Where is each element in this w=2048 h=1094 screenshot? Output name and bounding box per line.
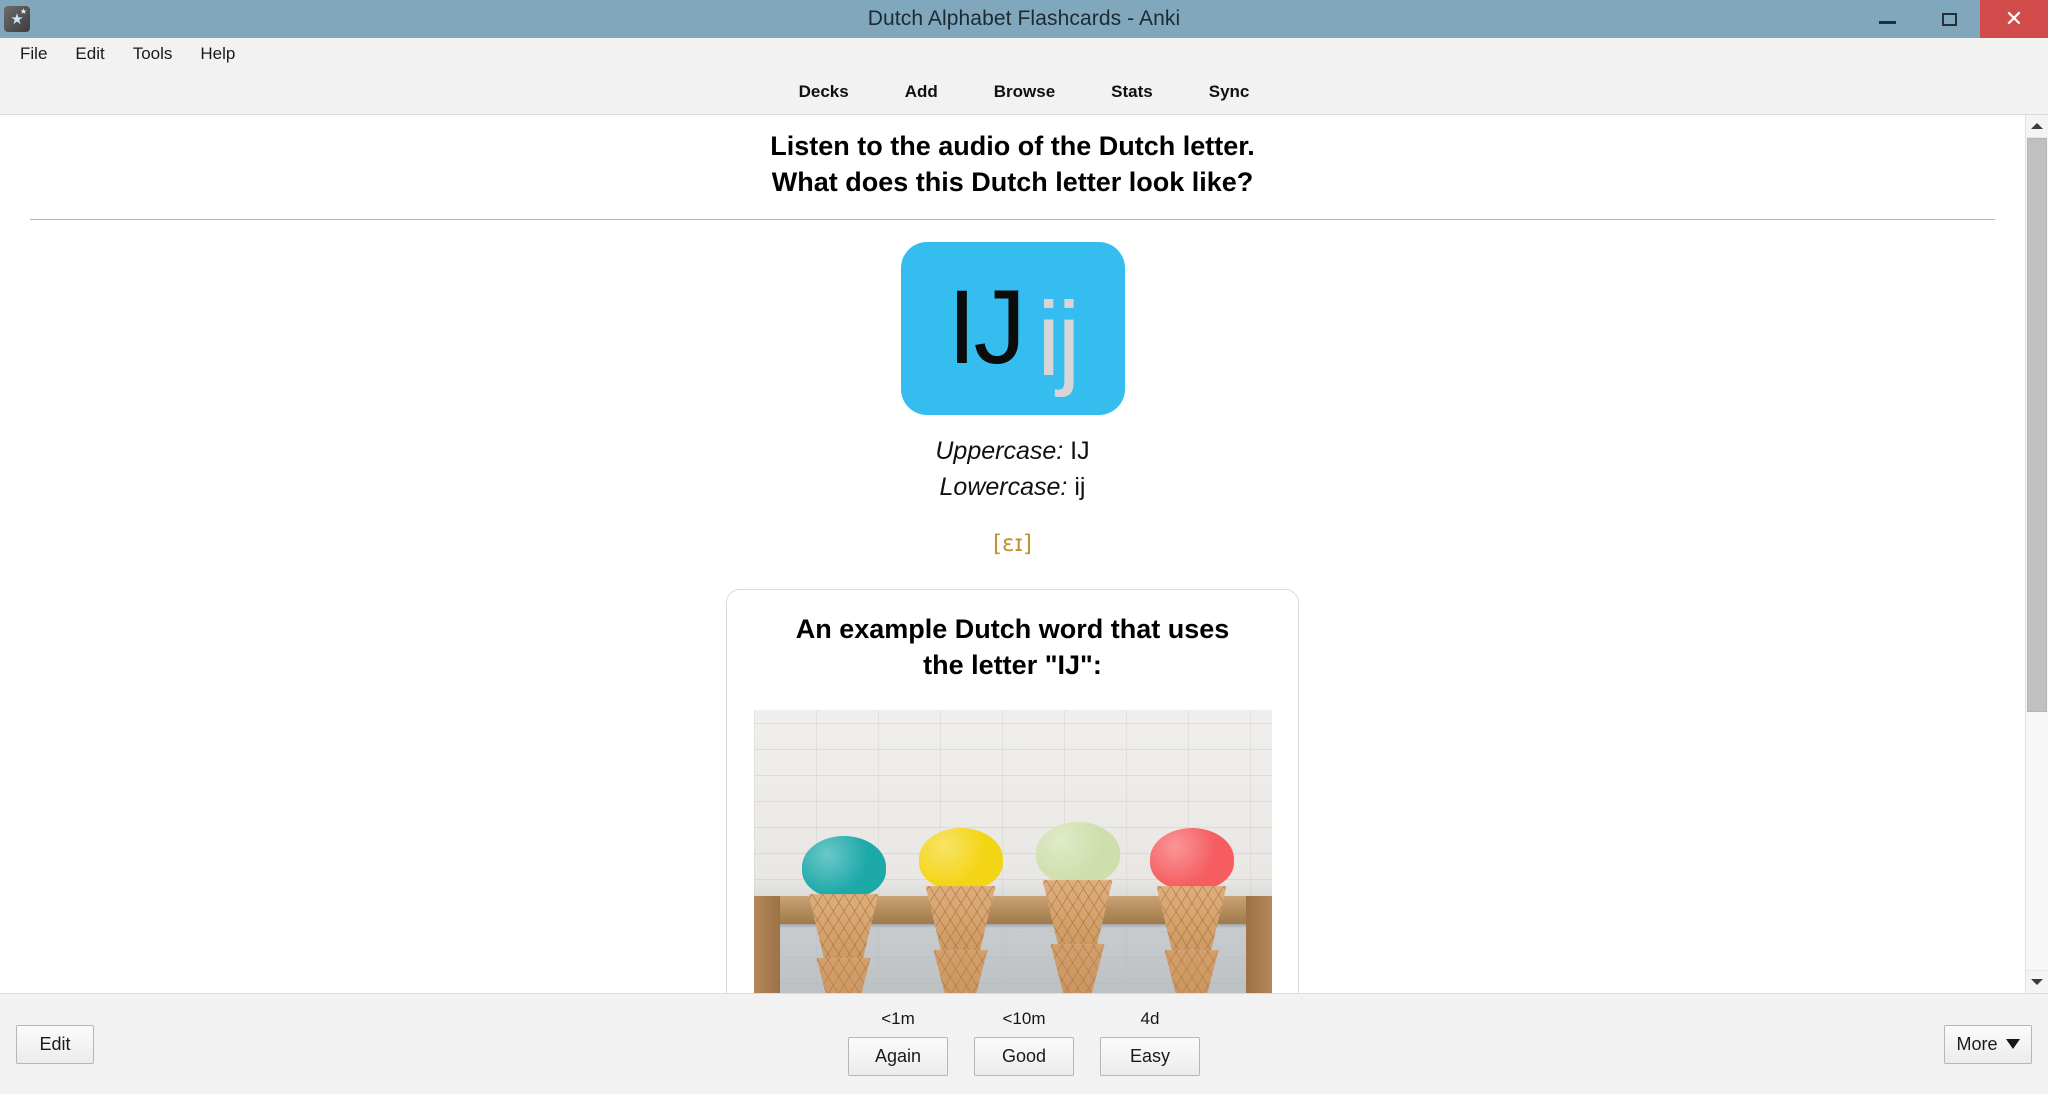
shelf-right-post: [1245, 896, 1272, 993]
chevron-down-icon: [2005, 1039, 2020, 1049]
interval-good: <10m: [1002, 1009, 1046, 1028]
lowercase-line: Lowercase: ij: [0, 469, 2025, 505]
answer-buttons-group: <1m Again <10m Good 4d Easy: [848, 1009, 1200, 1076]
question-line-1: Listen to the audio of the Dutch letter.: [770, 131, 1255, 161]
window-title: Dutch Alphabet Flashcards - Anki: [867, 7, 1181, 30]
minimize-button[interactable]: [1856, 0, 1918, 38]
uppercase-label: Uppercase:: [935, 436, 1064, 465]
cone-waffle-bottom-2: [933, 950, 988, 993]
cone-waffle-bottom-1: [816, 958, 871, 993]
window-controls: ✕: [1856, 0, 2048, 38]
shelf-left-post: [753, 896, 780, 993]
restore-icon: [1941, 12, 1957, 26]
answer-good-column: <10m Good: [974, 1009, 1074, 1076]
anki-star-small-glyph: ★: [19, 7, 27, 16]
toolbar-decks[interactable]: Decks: [793, 79, 855, 105]
menu-bar: File Edit Tools Help: [0, 38, 2048, 70]
maximize-button[interactable]: [1918, 0, 1980, 38]
toolbar-stats[interactable]: Stats: [1105, 79, 1159, 105]
letter-tile-container: IJ ij: [0, 241, 2025, 415]
uppercase-value: IJ: [1070, 436, 1090, 465]
cone-waffle-top-3: [1042, 880, 1113, 945]
ice-cream-cone-3: [1035, 822, 1120, 993]
chevron-down-icon: [2031, 979, 2043, 985]
scoop-pistachio: [1035, 822, 1120, 885]
letter-tile-image: IJ ij: [900, 241, 1125, 415]
letter-tile-uppercase: IJ: [947, 269, 1026, 387]
scroll-down-button[interactable]: [2026, 970, 2048, 993]
more-button[interactable]: More: [1944, 1024, 2032, 1064]
cone-waffle-top-1: [808, 894, 879, 959]
example-title-line-2: the letter "IJ":: [923, 650, 1102, 681]
main-toolbar: Decks Add Browse Stats Sync: [0, 70, 2048, 115]
cone-waffle-bottom-3: [1050, 944, 1105, 993]
menu-edit[interactable]: Edit: [63, 40, 116, 68]
example-title-line-1: An example Dutch word that uses: [795, 614, 1230, 645]
example-word-image: [753, 710, 1272, 993]
menu-file[interactable]: File: [8, 40, 59, 68]
title-bar: ★ ★ Dutch Alphabet Flashcards - Anki ✕: [0, 0, 2048, 38]
scoop-strawberry: [1149, 828, 1234, 891]
letter-tile-lowercase: ij: [1037, 281, 1081, 399]
ice-cream-cone-4: [1149, 828, 1234, 993]
bottom-bar: Edit <1m Again <10m Good 4d Easy More: [0, 993, 2048, 1094]
lowercase-value: ij: [1074, 473, 1086, 502]
lowercase-label: Lowercase:: [939, 473, 1068, 502]
answer-again-column: <1m Again: [848, 1009, 948, 1076]
interval-easy: 4d: [1140, 1009, 1160, 1028]
example-word-card: An example Dutch word that uses the lett…: [726, 589, 1299, 993]
interval-again: <1m: [881, 1009, 915, 1028]
scrollbar-track[interactable]: [2026, 138, 2048, 970]
close-icon: ✕: [2004, 6, 2024, 31]
question-line-2: What does this Dutch letter look like?: [771, 166, 1254, 197]
cone-waffle-bottom-4: [1164, 950, 1219, 993]
easy-button[interactable]: Easy: [1100, 1037, 1200, 1076]
answer-easy-column: 4d Easy: [1100, 1009, 1200, 1076]
case-info: Uppercase: IJ Lowercase: ij: [0, 433, 2025, 506]
scoop-yellow: [918, 828, 1003, 891]
content-area: Listen to the audio of the Dutch letter.…: [0, 115, 2048, 993]
edit-button[interactable]: Edit: [16, 1024, 94, 1064]
scroll-up-button[interactable]: [2026, 115, 2048, 138]
again-button[interactable]: Again: [848, 1037, 948, 1076]
menu-tools[interactable]: Tools: [121, 40, 185, 68]
cone-waffle-top-4: [1156, 886, 1227, 951]
toolbar-sync[interactable]: Sync: [1203, 79, 1256, 105]
menu-help[interactable]: Help: [188, 40, 247, 68]
minimize-icon: [1878, 20, 1896, 24]
toolbar-browse[interactable]: Browse: [988, 79, 1061, 105]
ice-cream-cone-1: [801, 836, 886, 993]
ice-cream-cone-2: [918, 828, 1003, 993]
vertical-scrollbar[interactable]: [2025, 115, 2048, 993]
cone-waffle-top-2: [925, 886, 996, 951]
chevron-up-icon: [2031, 123, 2043, 129]
more-button-label: More: [1956, 1033, 1998, 1054]
toolbar-add[interactable]: Add: [899, 79, 944, 105]
ipa-pronunciation: [ɛɪ]: [993, 531, 1032, 558]
close-button[interactable]: ✕: [1980, 0, 2048, 38]
uppercase-line: Uppercase: IJ: [0, 433, 2025, 469]
anki-star-icon: ★ ★: [4, 6, 30, 32]
scrollbar-thumb[interactable]: [2027, 138, 2047, 713]
scoop-teal: [801, 836, 886, 899]
flashcard-viewport: Listen to the audio of the Dutch letter.…: [0, 115, 2025, 993]
good-button[interactable]: Good: [974, 1037, 1074, 1076]
question-divider: [30, 218, 1995, 220]
